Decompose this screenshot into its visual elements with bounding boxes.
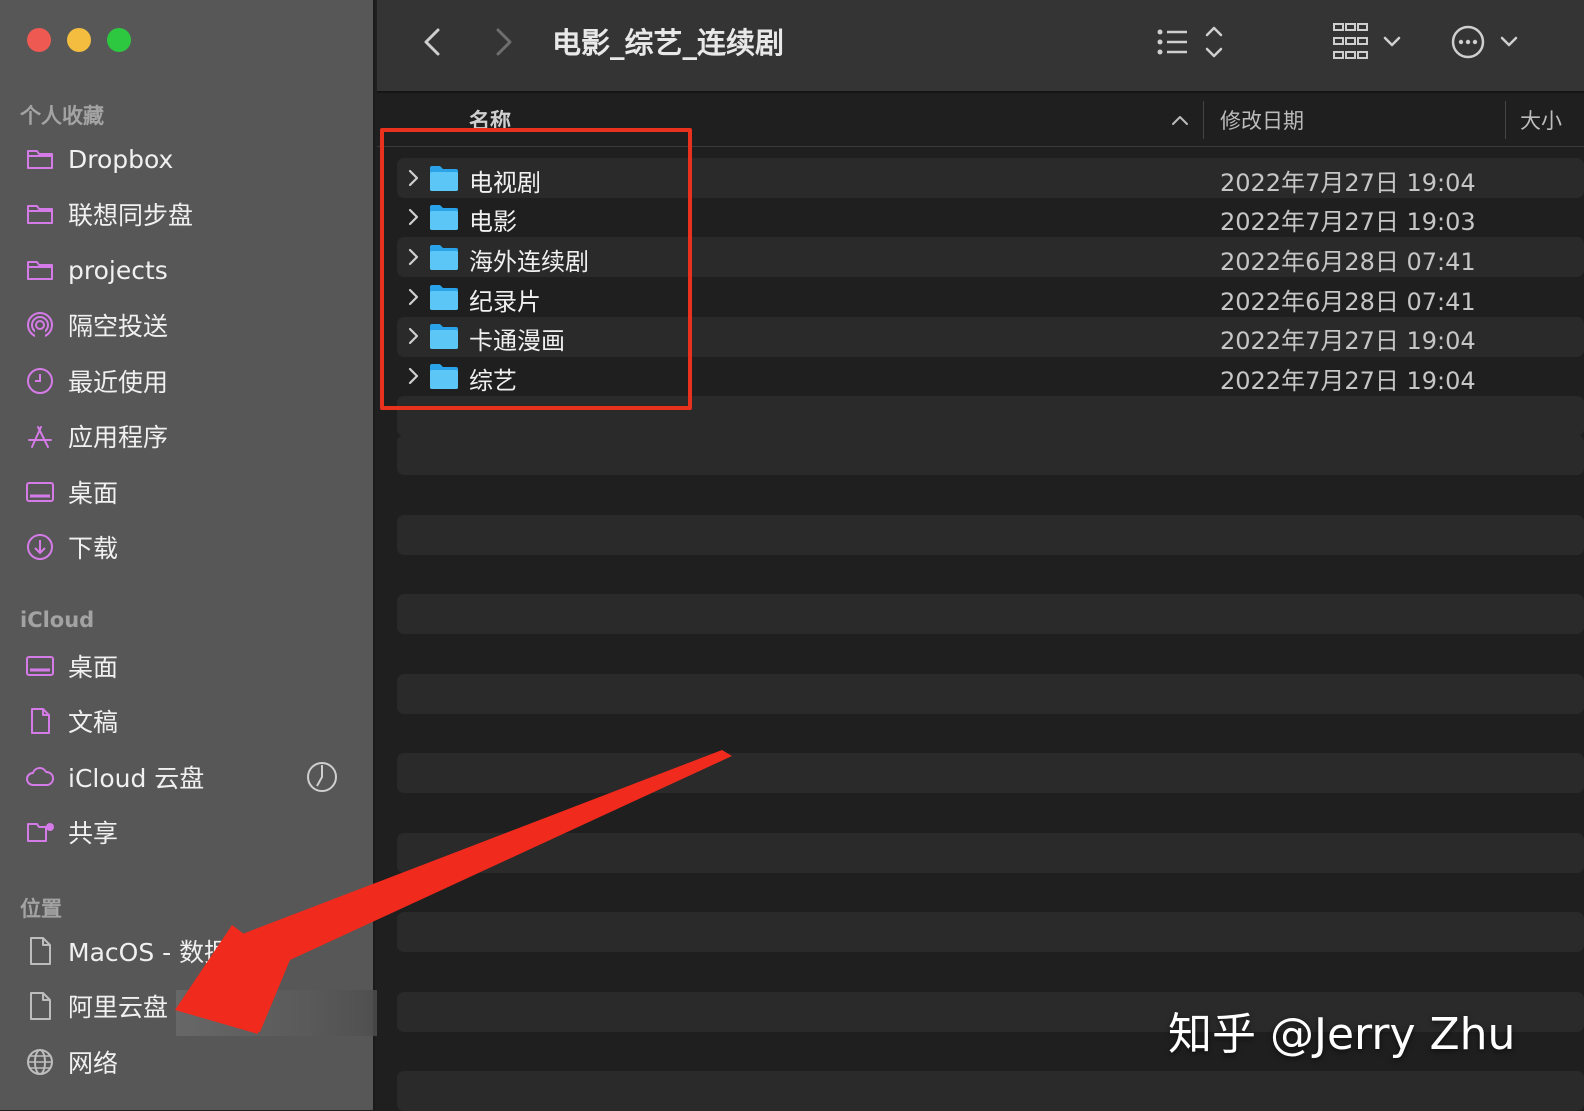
column-divider[interactable] bbox=[1203, 101, 1204, 139]
document-icon bbox=[24, 705, 56, 737]
sidebar-item-label: 下载 bbox=[68, 534, 119, 563]
row-stripe bbox=[397, 833, 1584, 873]
row-stripe bbox=[397, 674, 1584, 714]
folder-icon bbox=[24, 198, 56, 230]
cloud-icon bbox=[24, 761, 56, 793]
minimize-window-button[interactable] bbox=[67, 28, 91, 52]
group-grid-icon[interactable] bbox=[1332, 20, 1404, 64]
clock-icon bbox=[24, 365, 56, 397]
column-header-size[interactable]: 大小 bbox=[1520, 105, 1562, 135]
sidebar-item-label: 桌面 bbox=[68, 653, 119, 682]
sidebar-item-projects[interactable]: projects bbox=[24, 248, 354, 292]
sidebar-item-dropbox[interactable]: Dropbox bbox=[24, 137, 354, 181]
desktop-icon bbox=[24, 650, 56, 682]
more-actions-icon[interactable] bbox=[1450, 20, 1522, 64]
sidebar-item-label: 最近使用 bbox=[68, 368, 169, 397]
sidebar-item-label: 共享 bbox=[68, 819, 119, 848]
file-modified-date: 2022年7月27日 19:04 bbox=[1220, 367, 1476, 395]
sidebar-item-macos-data[interactable]: MacOS - 数据 bbox=[24, 929, 354, 973]
forward-chevron-icon[interactable] bbox=[483, 22, 523, 62]
sidebar-item-label: Dropbox bbox=[68, 144, 174, 174]
sidebar-item-applications[interactable]: 应用程序 bbox=[24, 414, 354, 458]
desktop-icon bbox=[24, 476, 56, 508]
close-window-button[interactable] bbox=[27, 28, 51, 52]
drive-icon bbox=[24, 990, 56, 1022]
airdrop-icon bbox=[24, 309, 56, 341]
section-title-locations: 位置 bbox=[20, 897, 62, 921]
sidebar-item-label: 桌面 bbox=[68, 479, 119, 508]
sidebar-item-network[interactable]: 网络 bbox=[24, 1040, 354, 1084]
section-title-icloud: iCloud bbox=[20, 608, 95, 632]
row-stripe bbox=[397, 594, 1584, 634]
sidebar-item-recents[interactable]: 最近使用 bbox=[24, 359, 354, 403]
sidebar-item-icloud-desktop[interactable]: 桌面 bbox=[24, 644, 354, 688]
watermark: 知乎 @Jerry Zhu bbox=[1168, 1009, 1516, 1060]
sidebar-item-desktop[interactable]: 桌面 bbox=[24, 470, 354, 514]
section-title-favorites: 个人收藏 bbox=[20, 104, 104, 128]
file-modified-date: 2022年7月27日 19:04 bbox=[1220, 327, 1476, 355]
file-modified-date: 2022年7月27日 19:04 bbox=[1220, 169, 1476, 197]
file-modified-date: 2022年7月27日 19:03 bbox=[1220, 208, 1476, 236]
apps-icon bbox=[24, 420, 56, 452]
sidebar-item-label: 应用程序 bbox=[68, 423, 169, 452]
sidebar-item-label: projects bbox=[68, 255, 168, 285]
zoom-window-button[interactable] bbox=[107, 28, 131, 52]
sort-ascending-icon[interactable] bbox=[1169, 109, 1191, 131]
redacted-region bbox=[176, 990, 398, 1036]
folder-icon bbox=[24, 254, 56, 286]
row-stripe bbox=[397, 912, 1584, 952]
toolbar: 电影_综艺_连续剧 bbox=[377, 0, 1584, 93]
globe-icon bbox=[24, 1046, 56, 1078]
download-icon bbox=[24, 531, 56, 563]
sidebar-item-airdrop[interactable]: 隔空投送 bbox=[24, 303, 354, 347]
sidebar-item-label: 联想同步盘 bbox=[68, 201, 194, 230]
sidebar-item-lenovo-sync[interactable]: 联想同步盘 bbox=[24, 192, 354, 236]
sidebar-item-label: MacOS - 数据 bbox=[68, 938, 230, 967]
drive-icon bbox=[24, 935, 56, 967]
list-view-icon[interactable] bbox=[1155, 20, 1245, 64]
sidebar-item-documents[interactable]: 文稿 bbox=[24, 699, 354, 743]
row-stripe bbox=[397, 1071, 1584, 1111]
sidebar-item-label: 阿里云盘 bbox=[68, 993, 169, 1022]
folder-icon bbox=[24, 143, 56, 175]
window-controls bbox=[27, 28, 131, 52]
sidebar-item-icloud-drive[interactable]: iCloud 云盘 bbox=[24, 755, 354, 799]
sidebar-item-label: 文稿 bbox=[68, 708, 119, 737]
window-title: 电影_综艺_连续剧 bbox=[552, 26, 785, 60]
back-chevron-icon[interactable] bbox=[413, 22, 453, 62]
column-header-modified[interactable]: 修改日期 bbox=[1220, 105, 1304, 135]
shared-folder-icon bbox=[24, 816, 56, 848]
sidebar-item-label: iCloud 云盘 bbox=[68, 764, 205, 793]
column-divider[interactable] bbox=[1505, 101, 1506, 139]
file-modified-date: 2022年6月28日 07:41 bbox=[1220, 248, 1476, 276]
file-modified-date: 2022年6月28日 07:41 bbox=[1220, 288, 1476, 316]
sidebar-item-label: 隔空投送 bbox=[68, 312, 169, 341]
row-stripe bbox=[397, 753, 1584, 793]
sidebar-item-label: 网络 bbox=[68, 1049, 119, 1078]
row-stripe bbox=[397, 435, 1584, 475]
row-stripe bbox=[397, 515, 1584, 555]
sidebar-item-downloads[interactable]: 下载 bbox=[24, 525, 354, 569]
sidebar-item-shared[interactable]: 共享 bbox=[24, 810, 354, 854]
sync-progress-icon bbox=[307, 762, 337, 792]
sidebar: 个人收藏 Dropbox 联想同步盘 projects 隔空投送 最近使用 应用… bbox=[0, 0, 375, 1110]
annotation-highlight-box bbox=[380, 128, 692, 410]
